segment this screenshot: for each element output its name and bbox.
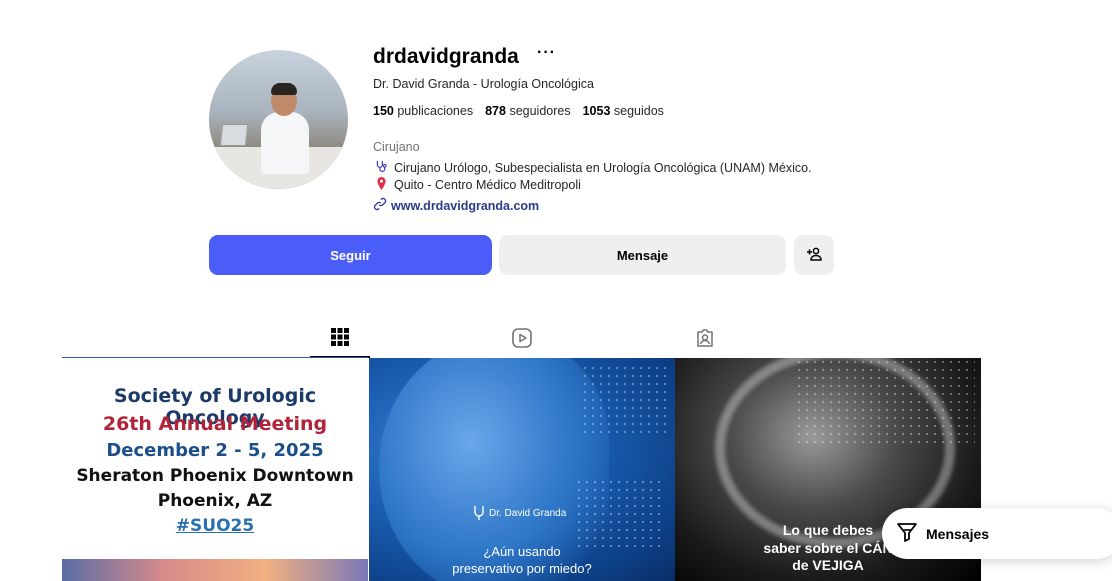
reels-icon bbox=[512, 327, 532, 353]
tab-tagged[interactable] bbox=[675, 322, 735, 358]
suggest-account-button[interactable] bbox=[794, 235, 834, 275]
profile-username: drdavidgranda bbox=[373, 45, 519, 68]
post-brand-logo: Dr. David Granda bbox=[473, 505, 566, 521]
post-text: ¿Aún usando bbox=[483, 544, 561, 559]
posts-stat[interactable]: 150 publicaciones bbox=[373, 104, 473, 118]
profile-category: Cirujano bbox=[373, 140, 420, 154]
tab-reels[interactable] bbox=[492, 322, 552, 358]
followers-stat[interactable]: 878 seguidores bbox=[485, 104, 571, 118]
post-text: preservativo por miedo? bbox=[452, 561, 592, 576]
post-text: #SUO25 bbox=[175, 516, 255, 536]
profile-avatar[interactable] bbox=[209, 50, 348, 189]
link-icon bbox=[373, 197, 387, 214]
location-pin-icon bbox=[373, 177, 389, 193]
profile-full-name: Dr. David Granda - Urología Oncológica bbox=[373, 77, 594, 91]
more-options-icon[interactable]: ··· bbox=[537, 44, 556, 62]
post-tile[interactable]: Dr. David Granda ¿Aún usando preservativ… bbox=[369, 358, 675, 581]
bio-line: Quito - Centro Médico Meditropoli bbox=[373, 177, 581, 193]
tagged-icon bbox=[695, 328, 715, 353]
post-image-strip bbox=[62, 559, 368, 581]
grid-icon bbox=[331, 327, 349, 351]
profile-stats: 150 publicaciones 878 seguidores 1053 se… bbox=[373, 104, 664, 118]
post-text: December 2 - 5, 2025 bbox=[106, 440, 324, 461]
messages-button[interactable]: Mensajes bbox=[882, 508, 1112, 559]
post-text: Phoenix, AZ bbox=[157, 491, 273, 511]
stethoscope-icon bbox=[373, 160, 389, 176]
message-button[interactable]: Mensaje bbox=[499, 235, 786, 275]
post-text: 26th Annual Meeting bbox=[102, 413, 328, 435]
post-tile[interactable]: Society of Urologic Oncology 26th Annual… bbox=[62, 358, 368, 581]
profile-website-link[interactable]: www.drdavidgranda.com bbox=[373, 197, 539, 214]
bio-line: Cirujano Urólogo, Subespecialista en Uro… bbox=[373, 160, 812, 176]
follow-button[interactable]: Seguir bbox=[209, 235, 492, 275]
post-text: de VEJIGA bbox=[792, 557, 864, 573]
tab-posts[interactable] bbox=[310, 322, 370, 358]
filter-icon bbox=[896, 521, 918, 546]
following-stat[interactable]: 1053 seguidos bbox=[583, 104, 664, 118]
post-text: Sheraton Phoenix Downtown bbox=[76, 466, 354, 486]
add-person-icon bbox=[806, 246, 822, 265]
